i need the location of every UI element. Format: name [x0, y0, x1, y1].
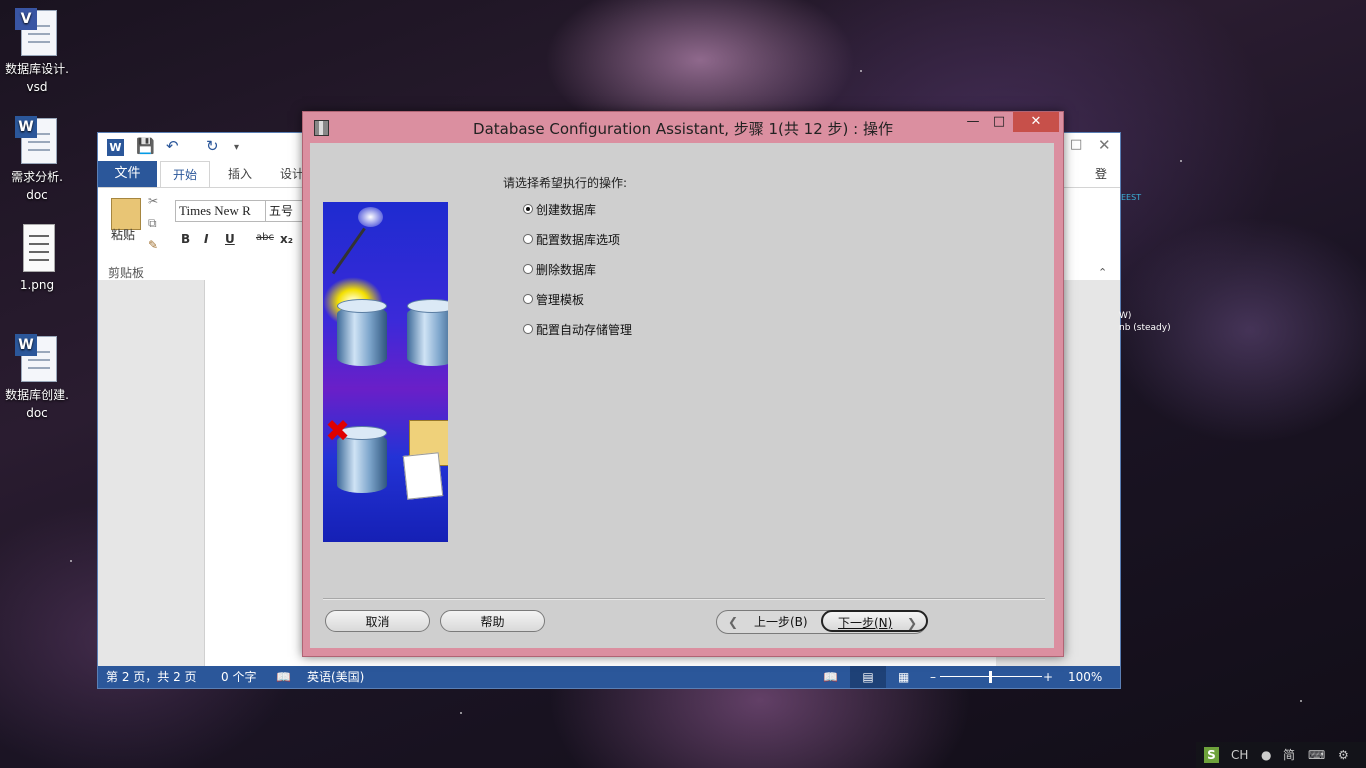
chevron-left-icon: ❮ — [728, 615, 739, 629]
dialog-body: ✓ ✓ ✖ 请选择希望执行的操作: 创建数据库 配置数据库选项 删除数据库 管理… — [310, 143, 1054, 648]
option-configure-asm[interactable]: 配置自动存储管理 — [523, 320, 632, 338]
clipboard-group-label: 剪贴板 — [108, 266, 145, 280]
word-file-icon: W — [15, 334, 59, 382]
tab-insert[interactable]: 插入 — [216, 161, 264, 187]
paste-button[interactable]: 粘贴 — [111, 226, 135, 243]
desktop-icon-png[interactable]: 1.png — [0, 224, 74, 294]
dialog-separator — [323, 598, 1045, 600]
desktop-icon-label-ext: doc — [26, 188, 48, 202]
desktop-icon-requirements-doc[interactable]: W 需求分析. doc — [0, 116, 74, 204]
system-tray: S CH ● 简 ⌨ ⚙ — [1196, 742, 1366, 768]
dialog-title: Database Configuration Assistant, 步骤 1(共… — [473, 120, 893, 138]
operation-prompt: 请选择希望执行的操作: — [503, 176, 628, 190]
desktop-icon-label-ext: vsd — [26, 80, 48, 94]
desktop-icon-label: 需求分析. — [11, 170, 63, 184]
template-pages-icon — [402, 452, 444, 500]
option-label: 删除数据库 — [536, 262, 597, 277]
desktop-icon-db-create-doc[interactable]: W 数据库创建. doc — [0, 334, 74, 422]
close-button[interactable]: ✕ — [1013, 112, 1059, 132]
desktop-icon-db-design-vsd[interactable]: V 数据库设计. vsd — [0, 8, 74, 96]
option-manage-templates[interactable]: 管理模板 — [523, 290, 584, 308]
magic-wand-icon — [331, 227, 366, 275]
option-configure-database[interactable]: 配置数据库选项 — [523, 230, 620, 248]
zoom-level[interactable]: 100% — [1068, 666, 1102, 688]
radio-button[interactable] — [523, 204, 533, 214]
desktop-icon-label-ext: doc — [26, 406, 48, 420]
ime-simplified[interactable]: 简 — [1283, 742, 1295, 768]
collapse-ribbon-icon[interactable]: ⌃ — [1098, 266, 1107, 279]
side-text-steady: nb (steady) — [1119, 323, 1171, 333]
chevron-right-icon: ❯ — [907, 616, 918, 630]
next-button[interactable]: 下一步(N) ❯ — [821, 610, 928, 632]
zoom-slider-thumb[interactable] — [989, 671, 992, 683]
underline-button[interactable]: U — [225, 232, 235, 246]
wizard-illustration: ✓ ✓ ✖ — [323, 202, 448, 542]
image-file-icon — [15, 224, 59, 272]
next-button-label: 下一步(N) — [838, 616, 893, 630]
minimize-button[interactable]: — — [963, 112, 983, 132]
signin-link[interactable]: 登录 — [1083, 161, 1120, 207]
maximize-button[interactable]: □ — [989, 112, 1009, 132]
format-painter-icon[interactable]: ✎ — [148, 238, 158, 252]
option-label: 配置数据库选项 — [536, 232, 621, 247]
customize-qat-icon[interactable]: ▾ — [234, 142, 239, 153]
status-bar: 第 2 页，共 2 页 0 个字 📖 英语(美国) 📖 ▤ ▦ – + 100% — [98, 666, 1120, 688]
undo-icon[interactable]: ↶ — [166, 137, 179, 155]
ime-mode-icon[interactable]: ● — [1261, 742, 1271, 768]
input-language[interactable]: CH — [1231, 742, 1248, 768]
option-create-database[interactable]: 创建数据库 — [523, 200, 596, 218]
cut-icon[interactable]: ✂ — [148, 194, 158, 208]
page-count[interactable]: 第 2 页，共 2 页 — [106, 666, 197, 688]
restore-icon[interactable]: □ — [1070, 137, 1082, 152]
back-button[interactable]: ❮ 上一步(B) — [718, 611, 818, 633]
dialog-titlebar[interactable]: Database Configuration Assistant, 步骤 1(共… — [303, 112, 1063, 142]
radio-button[interactable] — [523, 264, 533, 274]
font-name-box[interactable]: Times New R — [175, 200, 266, 222]
side-text-w: W) — [1119, 311, 1132, 321]
visio-file-icon: V — [15, 8, 59, 56]
font-size-box[interactable]: 五号 — [265, 200, 306, 222]
back-button-label: 上一步(B) — [754, 615, 808, 629]
bold-button[interactable]: B — [181, 232, 190, 246]
save-icon[interactable]: 💾 — [136, 137, 155, 155]
desktop-icon-label: 数据库设计. — [5, 62, 69, 76]
desktop-icon-label: 1.png — [19, 278, 55, 292]
cancel-button[interactable]: 取消 — [325, 610, 430, 632]
language-indicator[interactable]: 英语(美国) — [307, 666, 364, 688]
radio-button[interactable] — [523, 294, 533, 304]
desktop-icon-label: 数据库创建. — [5, 388, 69, 402]
soft-keyboard-icon[interactable]: ⌨ — [1308, 742, 1325, 768]
word-logo-icon: W — [107, 139, 124, 156]
side-text-eest: EEST — [1121, 193, 1142, 202]
italic-button[interactable]: I — [204, 232, 208, 246]
zoom-in-button[interactable]: + — [1043, 666, 1053, 688]
copy-icon[interactable]: ⧉ — [148, 216, 157, 231]
subscript-button[interactable]: x₂ — [280, 232, 293, 246]
word-count[interactable]: 0 个字 — [221, 666, 256, 688]
database-cylinder-icon — [407, 299, 448, 366]
option-label: 管理模板 — [536, 292, 585, 307]
strikethrough-button[interactable]: abc — [256, 232, 274, 243]
option-label: 创建数据库 — [536, 202, 597, 217]
print-layout-icon[interactable]: ▤ — [850, 666, 886, 688]
sogou-ime-icon[interactable]: S — [1204, 747, 1219, 763]
close-icon[interactable]: ✕ — [1098, 136, 1111, 154]
tab-file[interactable]: 文件 — [98, 161, 157, 187]
word-file-icon: W — [15, 116, 59, 164]
option-label: 配置自动存储管理 — [536, 322, 633, 337]
radio-button[interactable] — [523, 324, 533, 334]
dbca-dialog: Database Configuration Assistant, 步骤 1(共… — [302, 111, 1064, 657]
redo-icon[interactable]: ↻ — [206, 137, 219, 155]
proofing-icon[interactable]: 📖 — [276, 666, 291, 688]
zoom-out-button[interactable]: – — [930, 666, 936, 688]
web-layout-icon[interactable]: ▦ — [898, 666, 909, 688]
read-mode-icon[interactable]: 📖 — [823, 666, 838, 688]
option-delete-database[interactable]: 删除数据库 — [523, 260, 596, 278]
ime-settings-icon[interactable]: ⚙ — [1338, 742, 1349, 768]
delete-x-icon: ✖ — [325, 414, 351, 449]
radio-button[interactable] — [523, 234, 533, 244]
database-cylinder-icon — [337, 299, 387, 366]
tab-home[interactable]: 开始 — [160, 161, 211, 189]
help-button[interactable]: 帮助 — [440, 610, 545, 632]
